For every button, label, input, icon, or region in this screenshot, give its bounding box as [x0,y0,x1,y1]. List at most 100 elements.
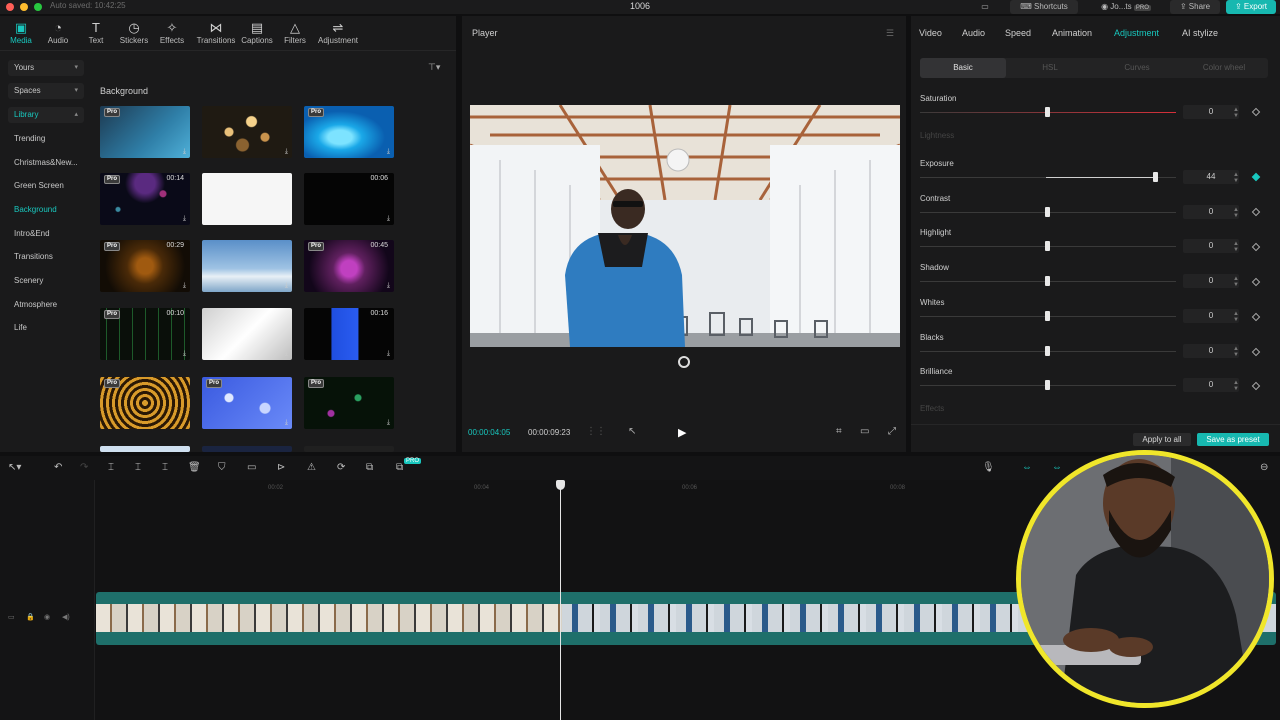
reverse-icon[interactable]: ⊳ [277,462,285,473]
sidebar-item-transitions[interactable]: Transitions [14,252,53,261]
save-as-preset-button[interactable]: Save as preset [1197,433,1269,446]
stepper-icon[interactable]: ▲ ▼ [1233,380,1239,392]
play-button[interactable]: ▶ [678,426,686,439]
keyframe-icon[interactable] [1251,347,1261,357]
playhead[interactable] [560,480,561,720]
download-icon[interactable]: ⤓ [183,282,186,290]
keyframe-icon[interactable] [1251,207,1261,217]
export-button[interactable]: ⇪ Export [1226,0,1276,14]
download-icon[interactable]: ⤓ [387,350,390,358]
rotate-icon[interactable]: ⟳ [337,462,345,473]
link-icon[interactable]: ⇔ [1022,462,1032,473]
split-icon[interactable]: ⌶ [108,462,114,473]
keyframe-icon[interactable] [1251,242,1261,252]
whites-value[interactable]: 0 [1183,309,1239,323]
video-preview[interactable] [470,105,900,347]
media-thumbnail[interactable]: Pro ⤓ [202,377,292,429]
mute-icon[interactable]: ◀) [62,613,70,621]
tab-adjustment[interactable]: Adjustment [1114,28,1159,38]
media-thumbnail[interactable] [202,446,292,452]
sidebar-item-atmosphere[interactable]: Atmosphere [14,300,57,309]
stepper-icon[interactable]: ▲ ▼ [1233,346,1239,358]
freeze-icon[interactable]: ▭ [247,462,256,473]
stepper-icon[interactable]: ▲ ▼ [1233,241,1239,253]
shortcuts-button[interactable]: ⌨ Shortcuts [1010,0,1078,14]
media-thumbnail[interactable]: Pro [100,377,190,429]
contrast-slider-handle[interactable] [1045,207,1050,217]
tab-captions[interactable]: ▤ Captions [238,20,276,45]
download-icon[interactable]: ⤓ [285,282,288,290]
layout-icon[interactable]: ▭ [978,0,992,14]
highlight-value[interactable]: 0 [1183,239,1239,253]
stepper-icon[interactable]: ▲ ▼ [1233,311,1239,323]
split-right-icon[interactable]: ⌶ [162,462,168,473]
stepper-icon[interactable]: ▲ ▼ [1233,207,1239,219]
subtab-hsl[interactable]: HSL [1007,58,1093,78]
fullscreen-icon[interactable]: ⤢ [888,426,896,437]
sidebar-item-intro-end[interactable]: Intro&End [14,229,50,238]
media-thumbnail[interactable]: Pro 00:10 ⤓ [100,308,190,360]
tab-text[interactable]: T Text [77,20,115,45]
download-icon[interactable]: ⤓ [285,419,288,427]
keyframe-icon[interactable] [1251,172,1261,182]
fit-screen-icon[interactable]: ⌗ [836,426,842,437]
brilliance-value[interactable]: 0 [1183,378,1239,392]
split-left-icon[interactable]: ⌶ [135,462,141,473]
sidebar-item-christmas[interactable]: Christmas&New... [14,158,78,167]
blacks-value[interactable]: 0 [1183,344,1239,358]
share-button[interactable]: ⇪ Share [1170,0,1220,14]
tab-audio[interactable]: Audio [962,28,985,38]
shadow-value[interactable]: 0 [1183,274,1239,288]
undo-icon[interactable]: ↶ [54,462,62,473]
tab-stickers[interactable]: ◷ Stickers [115,20,153,45]
tab-speed[interactable]: Speed [1005,28,1031,38]
download-icon[interactable]: ⤓ [285,350,288,358]
tab-transitions[interactable]: ⋈ Transitions [195,20,237,45]
download-icon[interactable]: ⤓ [387,148,390,156]
media-thumbnail[interactable] [100,446,190,452]
sidebar-item-background[interactable]: Background [14,205,57,214]
keyframe-icon[interactable] [1251,277,1261,287]
magnet-icon[interactable]: ⇔ [1052,462,1062,473]
download-icon[interactable]: ⤓ [183,350,186,358]
contrast-value[interactable]: 0 [1183,205,1239,219]
sidebar-item-trending[interactable]: Trending [14,134,45,143]
download-icon[interactable]: ⤓ [183,215,186,223]
blacks-slider-handle[interactable] [1045,346,1050,356]
menu-icon[interactable]: ☰ [886,28,894,39]
keyframe-icon[interactable] [1251,381,1261,391]
microphone-icon[interactable]: 🎙 [982,462,995,473]
subtab-curves[interactable]: Curves [1094,58,1180,78]
exposure-slider-handle[interactable] [1153,172,1158,182]
media-thumbnail[interactable]: ⤓ [202,240,292,292]
media-thumbnail[interactable]: Pro ⤓ [100,106,190,158]
tab-ai-stylize[interactable]: AI stylize [1182,28,1218,38]
marker-icon[interactable]: ⛉ [218,462,226,473]
sidebar-item-green-screen[interactable]: Green Screen [14,181,64,190]
exposure-value[interactable]: 44 [1183,170,1239,184]
media-thumbnail[interactable]: Pro 00:45 ⤓ [304,240,394,292]
whites-slider-handle[interactable] [1045,311,1050,321]
keyframe-icon[interactable] [1251,107,1261,117]
lock-icon[interactable]: 🔒 [26,613,35,621]
download-icon[interactable]: ⤓ [387,419,390,427]
stepper-icon[interactable]: ▲ ▼ [1233,107,1239,119]
aspect-ratio-icon[interactable]: ▭ [860,426,869,437]
tab-animation[interactable]: Animation [1052,28,1092,38]
media-thumbnail[interactable]: ⤓ [202,106,292,158]
sidebar-item-life[interactable]: Life [14,323,27,332]
shadow-slider-handle[interactable] [1045,276,1050,286]
media-thumbnail[interactable]: Pro 00:14 ⤓ [100,173,190,225]
redo-icon[interactable]: ↷ [80,462,88,473]
media-thumbnail[interactable]: 00:06 ⤓ [304,173,394,225]
stepper-icon[interactable]: ▲ ▼ [1233,276,1239,288]
cover-icon[interactable]: ▭ [8,613,15,621]
stepper-icon[interactable]: ▲ ▼ [1233,172,1239,184]
sync-icon[interactable] [678,356,690,368]
delete-icon[interactable]: 🗑 [188,462,201,473]
saturation-slider-handle[interactable] [1045,107,1050,117]
keyframe-icon[interactable] [1251,312,1261,322]
crop-icon[interactable]: ⧉ [366,462,373,473]
download-icon[interactable]: ⤓ [285,148,288,156]
select-tool-icon[interactable]: ↖▾ [8,462,21,473]
